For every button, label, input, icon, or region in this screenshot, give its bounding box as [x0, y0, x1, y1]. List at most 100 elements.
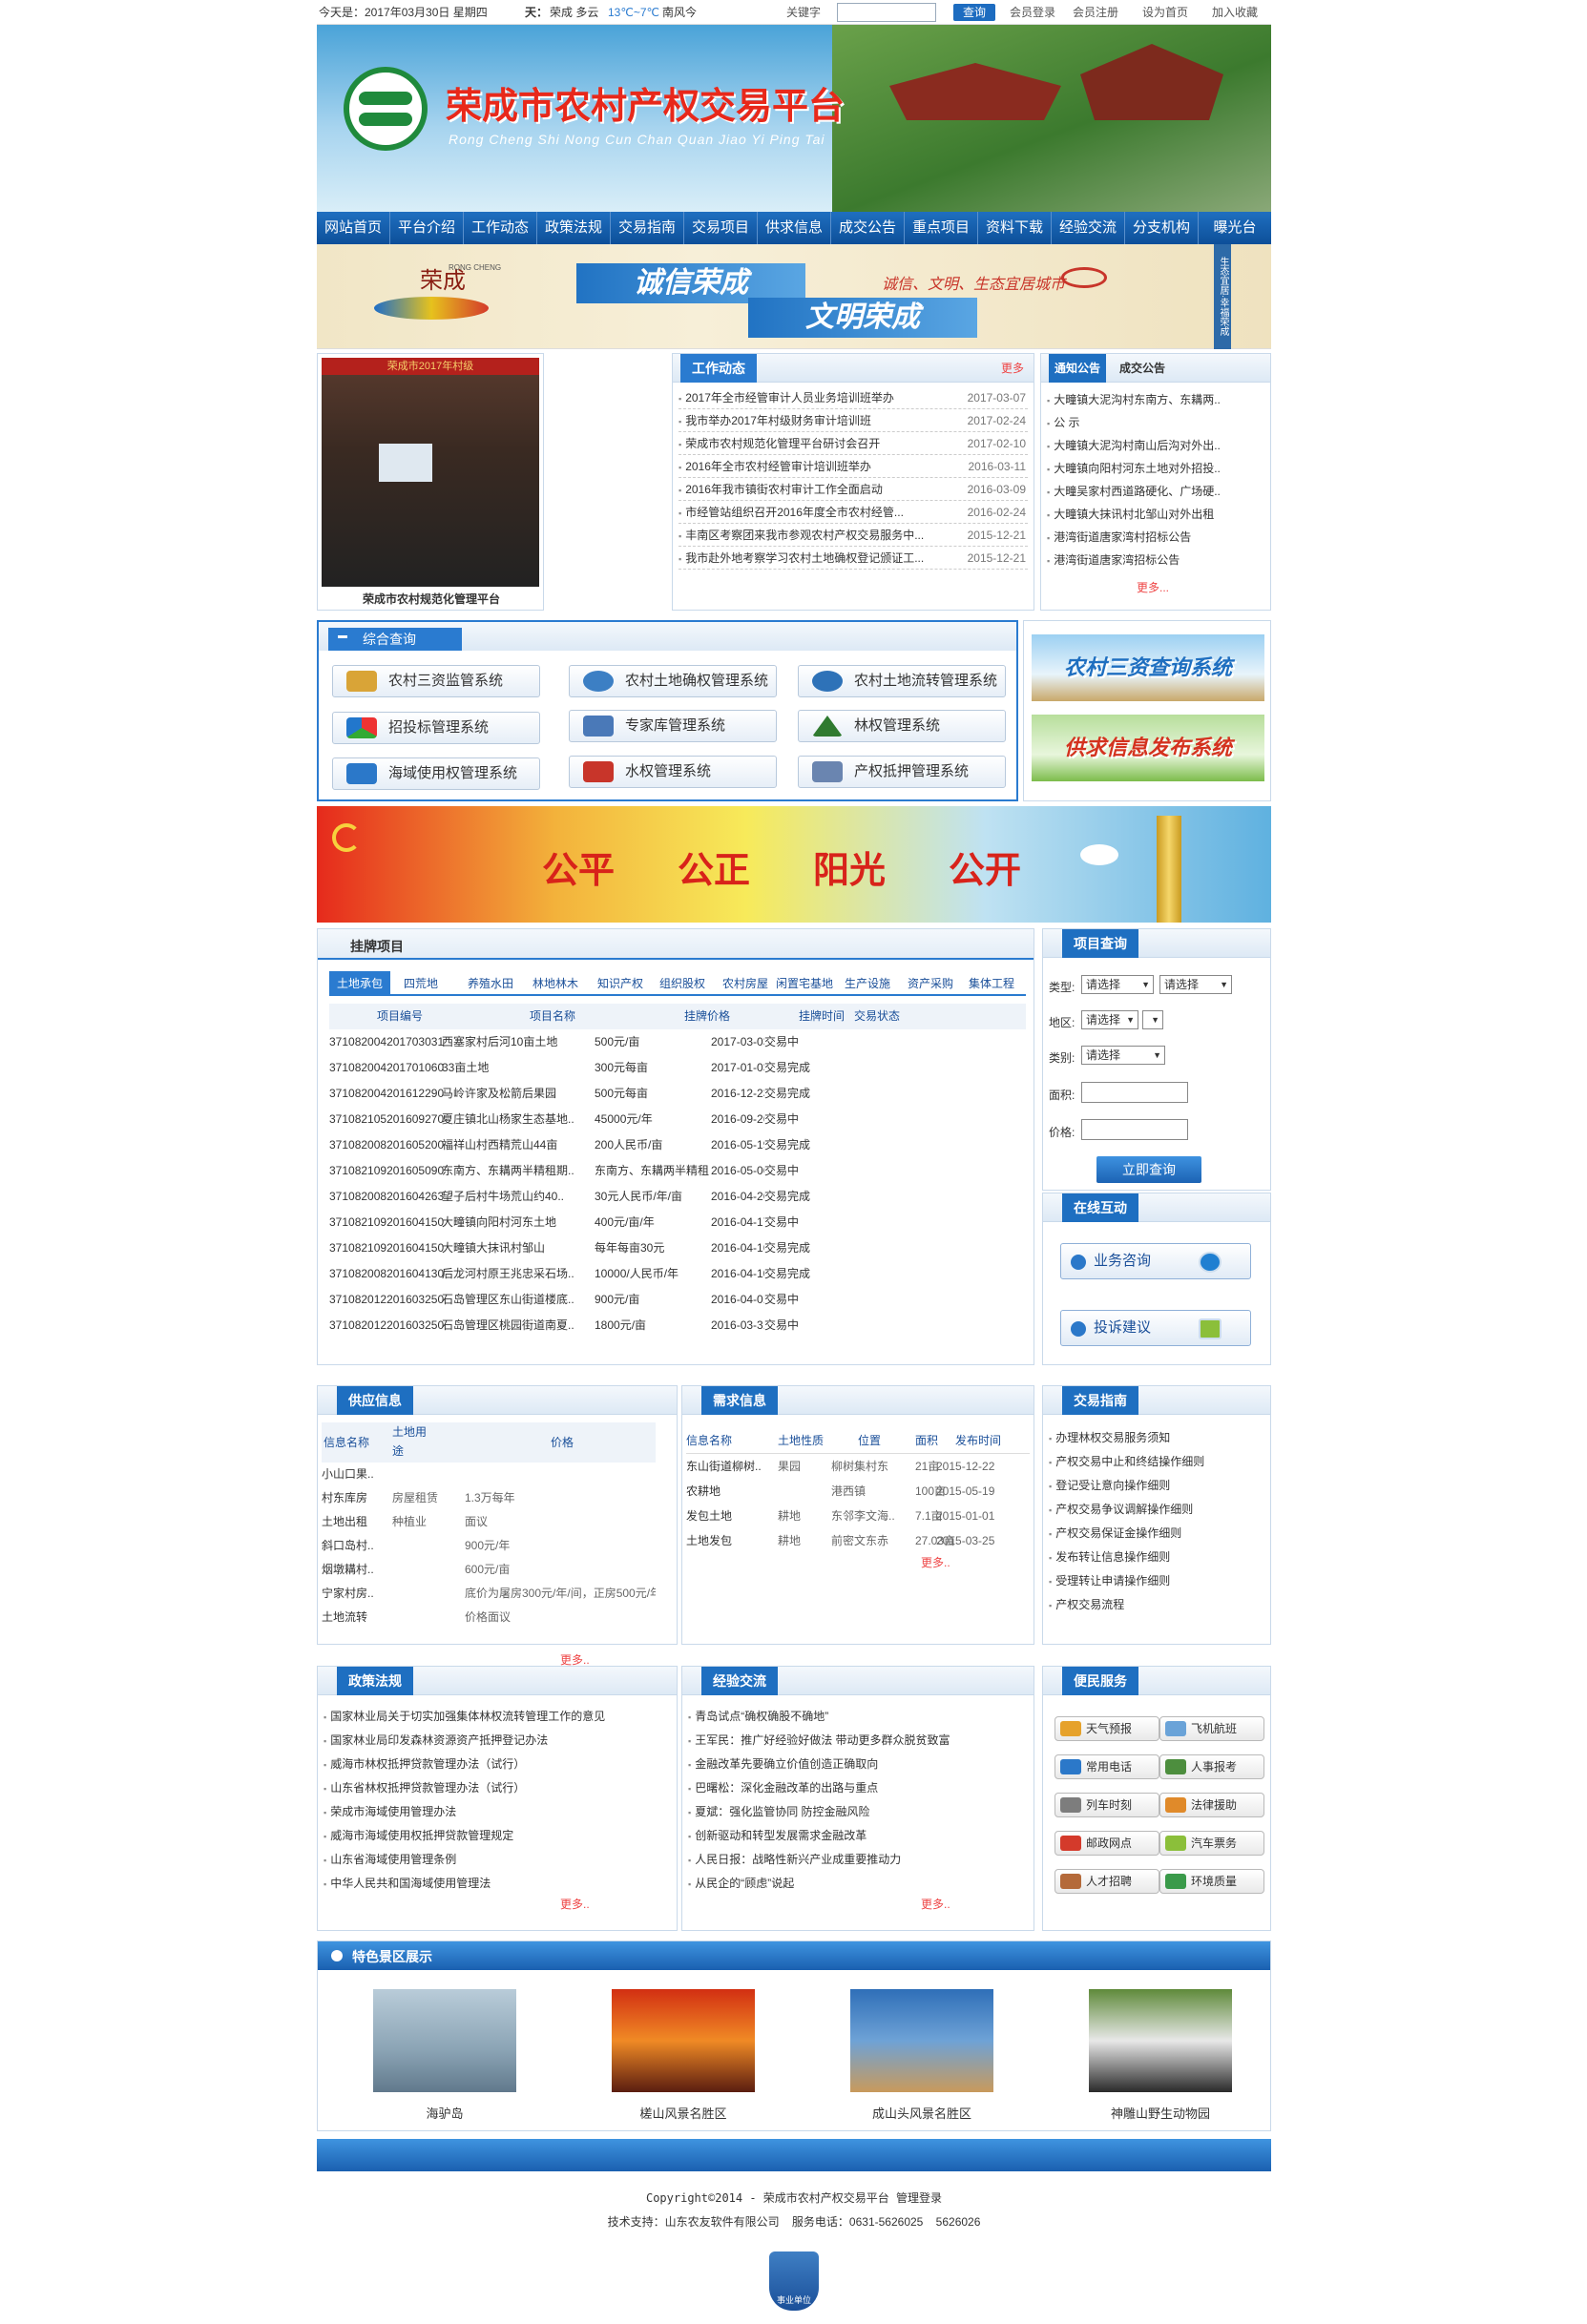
list-item[interactable]: 大疃镇大泥沟村东南方、东耩两..: [1047, 388, 1264, 411]
list-item[interactable]: 发布转让信息操作细则: [1049, 1546, 1264, 1569]
table-row[interactable]: 371082109201604150219354大疃镇大抹讯村邹山 每年每亩30元…: [329, 1235, 1026, 1261]
table-row[interactable]: 农耕地 港西镇 100亩 2015-05-19: [686, 1479, 1030, 1504]
nav-deals[interactable]: 成交公告: [831, 212, 905, 244]
nav-home[interactable]: 网站首页: [317, 212, 390, 244]
nav-guide[interactable]: 交易指南: [611, 212, 684, 244]
scenic-name[interactable]: 海驴岛: [373, 2104, 516, 2122]
list-item[interactable]: 荣成市海域使用管理办法: [324, 1800, 671, 1824]
tab-wasteland[interactable]: 四荒地: [404, 971, 438, 996]
table-row[interactable]: 371082105201609270816586夏庄镇北山杨家生态基地.. 450…: [329, 1107, 1026, 1132]
list-item[interactable]: 办理林权交易服务须知: [1049, 1426, 1264, 1450]
legal-aid-button[interactable]: 法律援助: [1159, 1793, 1264, 1817]
nav-exposure[interactable]: 曝光台: [1199, 212, 1271, 244]
forest-rights-button[interactable]: 林权管理系统: [798, 710, 1006, 742]
set-home-link[interactable]: 设为首页: [1142, 0, 1188, 25]
photo-caption[interactable]: 荣成市农村规范化管理平台: [318, 591, 545, 607]
list-item[interactable]: 产权交易中止和终结操作细则: [1049, 1450, 1264, 1474]
region-select[interactable]: 请选择: [1081, 1010, 1138, 1029]
institution-badge[interactable]: 事业单位: [769, 2251, 819, 2311]
table-row[interactable]: 小山口果..: [322, 1463, 656, 1486]
deal-notice-tab[interactable]: 成交公告: [1119, 354, 1165, 383]
table-row[interactable]: 371082012201603250355015石岛管理区桃园街道南夏.. 180…: [329, 1313, 1026, 1338]
category-select[interactable]: 请选择: [1081, 1046, 1165, 1065]
sanzi-system-button[interactable]: 农村三资监管系统: [332, 665, 540, 697]
sanzi-query-banner[interactable]: 农村三资查询系统: [1032, 634, 1264, 701]
scenic-photo-2[interactable]: [612, 1989, 755, 2092]
list-item[interactable]: 产权交易保证金操作细则: [1049, 1522, 1264, 1546]
list-item[interactable]: 巴曙松：深化金融改革的出路与重点: [688, 1776, 1028, 1800]
list-item[interactable]: 荣成市农村规范化管理平台研讨会召开2017-02-10: [679, 432, 1028, 455]
list-item[interactable]: 2016年全市农村经管审计培训班举办2016-03-11: [679, 455, 1028, 478]
list-item[interactable]: 人民日报：战略性新兴产业成重要推动力: [688, 1848, 1028, 1872]
nav-intro[interactable]: 平台介绍: [390, 212, 464, 244]
list-item[interactable]: 港湾街道唐家湾村招标公告: [1047, 526, 1264, 549]
scenic-name[interactable]: 神雕山野生动物园: [1089, 2104, 1232, 2122]
table-row[interactable]: 宁家村房.. 底价为屠房300元/年/间，正房500元/年: [322, 1582, 656, 1606]
list-item[interactable]: 创新驱动和转型发展需求金融改革: [688, 1824, 1028, 1848]
table-row[interactable]: 37108200420170106030126333亩土地 300元每亩 2017-…: [329, 1055, 1026, 1081]
table-row[interactable]: 371082008201604263580080望子后村牛场荒山约40.. 30元…: [329, 1184, 1026, 1210]
login-link[interactable]: 会员登录: [1010, 0, 1055, 25]
table-row[interactable]: 东山街道柳树.. 果园 柳树集村东 21亩 2015-12-22: [686, 1454, 1030, 1479]
tab-land-contract[interactable]: 土地承包: [329, 971, 390, 996]
list-item[interactable]: 我市赴外地考察学习农村土地确权登记颁证工...2015-12-21: [679, 547, 1028, 570]
scenic-name[interactable]: 槎山风景名胜区: [612, 2104, 755, 2122]
favorite-link[interactable]: 加入收藏: [1212, 0, 1258, 25]
table-row[interactable]: 371082109201605090808281东南方、东耩两半精租期..东南方…: [329, 1158, 1026, 1184]
table-row[interactable]: 371082109201604150239314大疃镇向阳村河东土地 400元/亩…: [329, 1210, 1026, 1235]
list-item[interactable]: 山东省海域使用管理条例: [324, 1848, 671, 1872]
expert-system-button[interactable]: 专家库管理系统: [569, 710, 777, 742]
sea-use-button[interactable]: 海域使用权管理系统: [332, 757, 540, 790]
list-item[interactable]: 大疃镇大抹讯村北邹山对外出租: [1047, 503, 1264, 526]
list-item[interactable]: 2016年我市镇街农村审计工作全面启动2016-03-09: [679, 478, 1028, 501]
complaint-button[interactable]: 投诉建议: [1060, 1310, 1251, 1346]
list-item[interactable]: 登记受让意向操作细则: [1049, 1474, 1264, 1498]
table-row[interactable]: 371082004201612290352360马岭许家及松箭后果园 500元每亩…: [329, 1081, 1026, 1107]
land-rights-button[interactable]: 农村土地确权管理系统: [569, 665, 777, 697]
tab-housing[interactable]: 农村房屋: [722, 971, 768, 996]
supply-publish-banner[interactable]: 供求信息发布系统: [1032, 715, 1264, 781]
table-row[interactable]: 371082004201703031046146西塞家村后河10亩土地 500元/…: [329, 1029, 1026, 1055]
register-link[interactable]: 会员注册: [1073, 0, 1118, 25]
bus-ticket-button[interactable]: 汽车票务: [1159, 1831, 1264, 1856]
list-item[interactable]: 丰南区考察团来我市参观农村产权交易服务中...2015-12-21: [679, 524, 1028, 547]
table-row[interactable]: 土地流转 价格面议: [322, 1606, 656, 1629]
list-item[interactable]: 威海市林权抵押贷款管理办法（试行）: [324, 1753, 671, 1776]
list-item[interactable]: 从民企的“顾虑”说起: [688, 1872, 1028, 1896]
experience-more[interactable]: 更多..: [921, 1896, 950, 1912]
nav-key-projects[interactable]: 重点项目: [905, 212, 978, 244]
list-item[interactable]: 港湾街道唐家湾招标公告: [1047, 549, 1264, 571]
tab-aquaculture[interactable]: 养殖水田: [468, 971, 513, 996]
tab-ip[interactable]: 知识产权: [597, 971, 643, 996]
list-item[interactable]: 2017年全市经管审计人员业务培训班举办2017-03-07: [679, 386, 1028, 409]
subtype-select[interactable]: 请选择: [1159, 975, 1232, 994]
list-item[interactable]: 大疃吴家村西道路硬化、广场硬..: [1047, 480, 1264, 503]
list-item[interactable]: 王军民：推广好经验好做法 带动更多群众脱贫致富: [688, 1729, 1028, 1753]
table-row[interactable]: 村东库房 房屋租赁 1.3万每年: [322, 1486, 656, 1510]
table-row[interactable]: 烟墩耩村.. 600元/亩: [322, 1558, 656, 1582]
area-input[interactable]: [1081, 1082, 1188, 1103]
nav-experience[interactable]: 经验交流: [1052, 212, 1125, 244]
scenic-photo-4[interactable]: [1089, 1989, 1232, 2092]
tab-procurement[interactable]: 资产采购: [908, 971, 953, 996]
nav-projects[interactable]: 交易项目: [684, 212, 758, 244]
list-item[interactable]: 产权交易争议调解操作细则: [1049, 1498, 1264, 1522]
nav-work[interactable]: 工作动态: [464, 212, 537, 244]
table-row[interactable]: 371082008201605200825151福祥山村西精荒山44亩 200人民…: [329, 1132, 1026, 1158]
train-button[interactable]: 列车时刻: [1055, 1793, 1159, 1817]
meeting-photo[interactable]: 荣成市2017年村级: [322, 358, 539, 587]
list-item[interactable]: 山东省林权抵押贷款管理办法（试行）: [324, 1776, 671, 1800]
table-row[interactable]: 371082012201603250356365石岛管理区东山街道楼底.. 900…: [329, 1287, 1026, 1313]
water-rights-button[interactable]: 水权管理系统: [569, 756, 777, 788]
query-submit-button[interactable]: 立即查询: [1096, 1156, 1201, 1183]
list-item[interactable]: 威海市海域使用权抵押贷款管理规定: [324, 1824, 671, 1848]
tab-homestead[interactable]: 闲置宅基地: [776, 971, 833, 996]
environment-button[interactable]: 环境质量: [1159, 1869, 1264, 1894]
list-item[interactable]: 国家林业局印发森林资源资产抵押登记办法: [324, 1729, 671, 1753]
list-item[interactable]: 产权交易流程: [1049, 1593, 1264, 1617]
type-select[interactable]: 请选择: [1081, 975, 1154, 994]
price-input[interactable]: [1081, 1119, 1188, 1140]
work-news-more[interactable]: 更多: [1001, 354, 1024, 383]
recruit-button[interactable]: 人才招聘: [1055, 1869, 1159, 1894]
post-button[interactable]: 邮政网点: [1055, 1831, 1159, 1856]
